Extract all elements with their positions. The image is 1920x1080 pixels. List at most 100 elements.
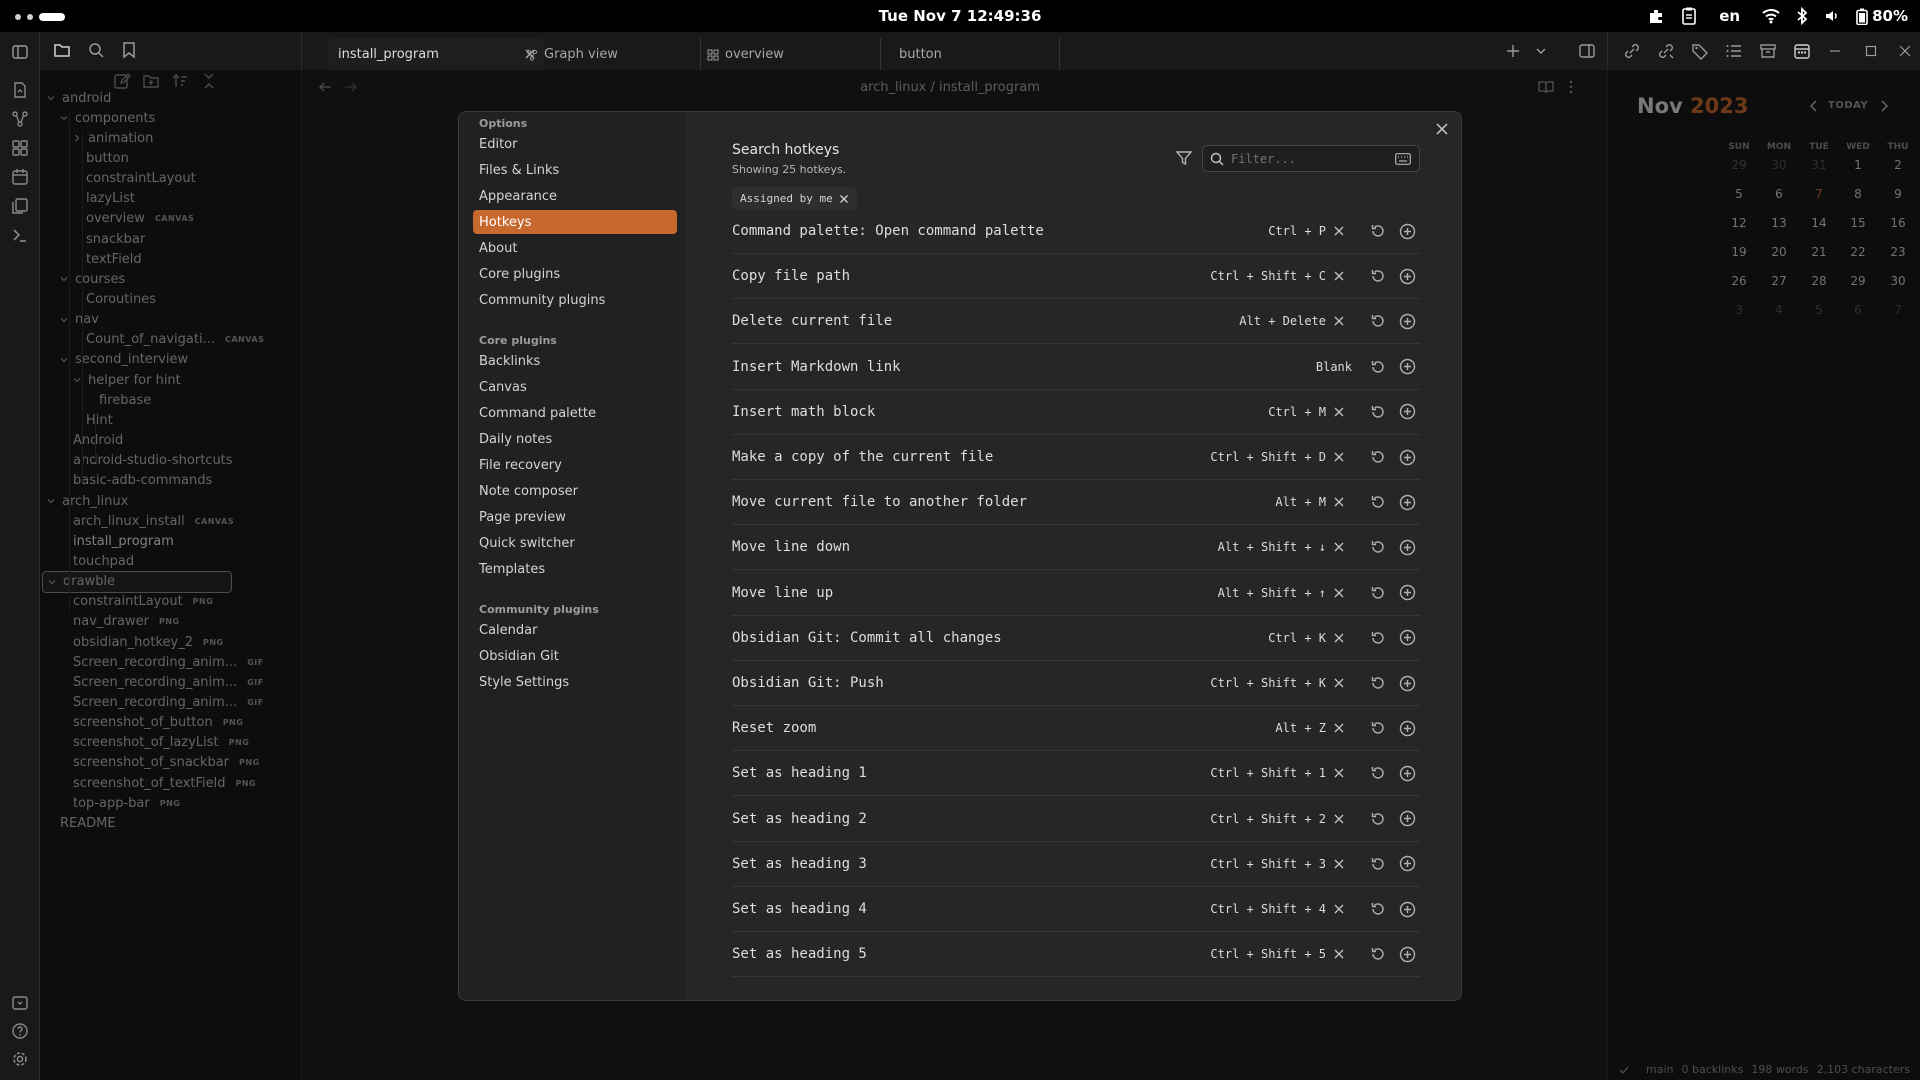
- restore-default-icon[interactable]: [1370, 268, 1386, 284]
- add-hotkey-icon[interactable]: [1399, 358, 1416, 375]
- files-tab-icon[interactable]: [53, 41, 71, 59]
- hotkey-keys[interactable]: Alt + Shift + ↑: [1218, 586, 1346, 600]
- settings-nav-community-plugins[interactable]: Community plugins: [473, 288, 677, 312]
- settings-nav-calendar[interactable]: Calendar: [473, 618, 677, 642]
- hotkey-keys[interactable]: Ctrl + Shift + 3: [1210, 857, 1346, 871]
- remove-hotkey-icon[interactable]: [1332, 540, 1346, 554]
- remove-hotkey-icon[interactable]: [1332, 314, 1346, 328]
- settings-nav-core-plugins[interactable]: Core plugins: [473, 262, 677, 286]
- remove-chip-icon[interactable]: [839, 194, 849, 204]
- add-hotkey-icon[interactable]: [1399, 268, 1416, 285]
- remove-hotkey-icon[interactable]: [1332, 766, 1346, 780]
- remove-hotkey-icon[interactable]: [1332, 405, 1346, 419]
- add-hotkey-icon[interactable]: [1399, 449, 1416, 466]
- filter-icon[interactable]: [1175, 149, 1193, 167]
- system-clock[interactable]: Tue Nov 7 12:49:36: [0, 7, 1920, 25]
- add-hotkey-icon[interactable]: [1399, 494, 1416, 511]
- toggle-right-sidebar-icon[interactable]: [1578, 42, 1596, 60]
- keyboard-language[interactable]: en: [1719, 7, 1740, 25]
- remove-hotkey-icon[interactable]: [1332, 224, 1346, 238]
- remove-hotkey-icon[interactable]: [1332, 586, 1346, 600]
- remove-hotkey-icon[interactable]: [1332, 902, 1346, 916]
- add-hotkey-icon[interactable]: [1399, 765, 1416, 782]
- vault-switcher-icon[interactable]: [11, 994, 29, 1012]
- hotkey-keys[interactable]: Ctrl + Shift + 1: [1210, 766, 1346, 780]
- new-tab-icon[interactable]: [1506, 44, 1520, 58]
- restore-default-icon[interactable]: [1370, 630, 1386, 646]
- remove-hotkey-icon[interactable]: [1332, 269, 1346, 283]
- hotkey-keys[interactable]: Alt + M: [1275, 495, 1346, 509]
- restore-default-icon[interactable]: [1370, 675, 1386, 691]
- restore-default-icon[interactable]: [1370, 449, 1386, 465]
- settings-nav-obsidian-git[interactable]: Obsidian Git: [473, 644, 677, 668]
- settings-nav-quick-switcher[interactable]: Quick switcher: [473, 531, 677, 555]
- volume-icon[interactable]: [1824, 8, 1840, 24]
- clipboard-icon[interactable]: [1681, 7, 1697, 25]
- canvas-icon[interactable]: [11, 139, 29, 157]
- add-hotkey-icon[interactable]: [1399, 313, 1416, 330]
- settings-nav-canvas[interactable]: Canvas: [473, 375, 677, 399]
- toggle-sidebar-icon[interactable]: [11, 43, 29, 61]
- bluetooth-icon[interactable]: [1796, 7, 1808, 25]
- hotkey-keys[interactable]: Alt + Z: [1275, 721, 1346, 735]
- tab-graph-view[interactable]: Graph view: [520, 38, 700, 70]
- open-quick-switcher-icon[interactable]: [11, 81, 29, 99]
- restore-default-icon[interactable]: [1370, 494, 1386, 510]
- add-hotkey-icon[interactable]: [1399, 855, 1416, 872]
- keyboard-icon[interactable]: [1395, 153, 1411, 165]
- restore-default-icon[interactable]: [1370, 901, 1386, 917]
- restore-default-icon[interactable]: [1370, 765, 1386, 781]
- hotkey-keys[interactable]: Ctrl + M: [1268, 405, 1346, 419]
- settings-nav-page-preview[interactable]: Page preview: [473, 505, 677, 529]
- add-hotkey-icon[interactable]: [1399, 629, 1416, 646]
- hotkey-keys[interactable]: Ctrl + Shift + 5: [1210, 947, 1346, 961]
- daily-note-icon[interactable]: [11, 168, 29, 186]
- restore-default-icon[interactable]: [1370, 585, 1386, 601]
- hotkey-filter-field[interactable]: [1202, 145, 1420, 172]
- chevron-down-icon[interactable]: [1535, 45, 1547, 57]
- add-hotkey-icon[interactable]: [1399, 675, 1416, 692]
- settings-gear-icon[interactable]: [11, 1050, 29, 1068]
- settings-nav-appearance[interactable]: Appearance: [473, 184, 677, 208]
- hotkey-keys[interactable]: Ctrl + K: [1268, 631, 1346, 645]
- restore-default-icon[interactable]: [1370, 359, 1386, 375]
- wifi-icon[interactable]: [1762, 8, 1780, 24]
- settings-nav-daily-notes[interactable]: Daily notes: [473, 427, 677, 451]
- settings-nav-backlinks[interactable]: Backlinks: [473, 349, 677, 373]
- restore-default-icon[interactable]: [1370, 539, 1386, 555]
- terminal-icon[interactable]: [11, 226, 29, 244]
- hotkey-keys[interactable]: Alt + Shift + ↓: [1218, 540, 1346, 554]
- graph-view-icon[interactable]: [11, 110, 29, 128]
- add-hotkey-icon[interactable]: [1399, 720, 1416, 737]
- settings-nav-files-links[interactable]: Files & Links: [473, 158, 677, 182]
- remove-hotkey-icon[interactable]: [1332, 676, 1346, 690]
- restore-default-icon[interactable]: [1370, 404, 1386, 420]
- hotkey-keys[interactable]: Ctrl + Shift + C: [1210, 269, 1346, 283]
- hotkey-keys[interactable]: Blank: [1316, 360, 1352, 374]
- hotkey-keys[interactable]: Ctrl + Shift + D: [1210, 450, 1346, 464]
- restore-default-icon[interactable]: [1370, 223, 1386, 239]
- remove-hotkey-icon[interactable]: [1332, 721, 1346, 735]
- add-hotkey-icon[interactable]: [1399, 946, 1416, 963]
- templates-icon[interactable]: [11, 197, 29, 215]
- add-hotkey-icon[interactable]: [1399, 810, 1416, 827]
- remove-hotkey-icon[interactable]: [1332, 631, 1346, 645]
- restore-default-icon[interactable]: [1370, 720, 1386, 736]
- settings-nav-templates[interactable]: Templates: [473, 557, 677, 581]
- settings-nav-note-composer[interactable]: Note composer: [473, 479, 677, 503]
- assigned-by-me-chip[interactable]: Assigned by me: [732, 187, 857, 210]
- settings-nav-editor[interactable]: Editor: [473, 132, 677, 156]
- hotkey-keys[interactable]: Ctrl + P: [1268, 224, 1346, 238]
- battery-indicator[interactable]: 80%: [1856, 7, 1908, 25]
- settings-nav-about[interactable]: About: [473, 236, 677, 260]
- settings-nav-file-recovery[interactable]: File recovery: [473, 453, 677, 477]
- hotkey-keys[interactable]: Ctrl + Shift + K: [1210, 676, 1346, 690]
- tab-button[interactable]: button: [880, 38, 1060, 70]
- restore-default-icon[interactable]: [1370, 811, 1386, 827]
- remove-hotkey-icon[interactable]: [1332, 812, 1346, 826]
- help-icon[interactable]: [11, 1022, 29, 1040]
- hotkey-filter-input[interactable]: [1231, 150, 1381, 168]
- extensions-icon[interactable]: [1647, 7, 1665, 25]
- settings-nav-command-palette[interactable]: Command palette: [473, 401, 677, 425]
- restore-default-icon[interactable]: [1370, 313, 1386, 329]
